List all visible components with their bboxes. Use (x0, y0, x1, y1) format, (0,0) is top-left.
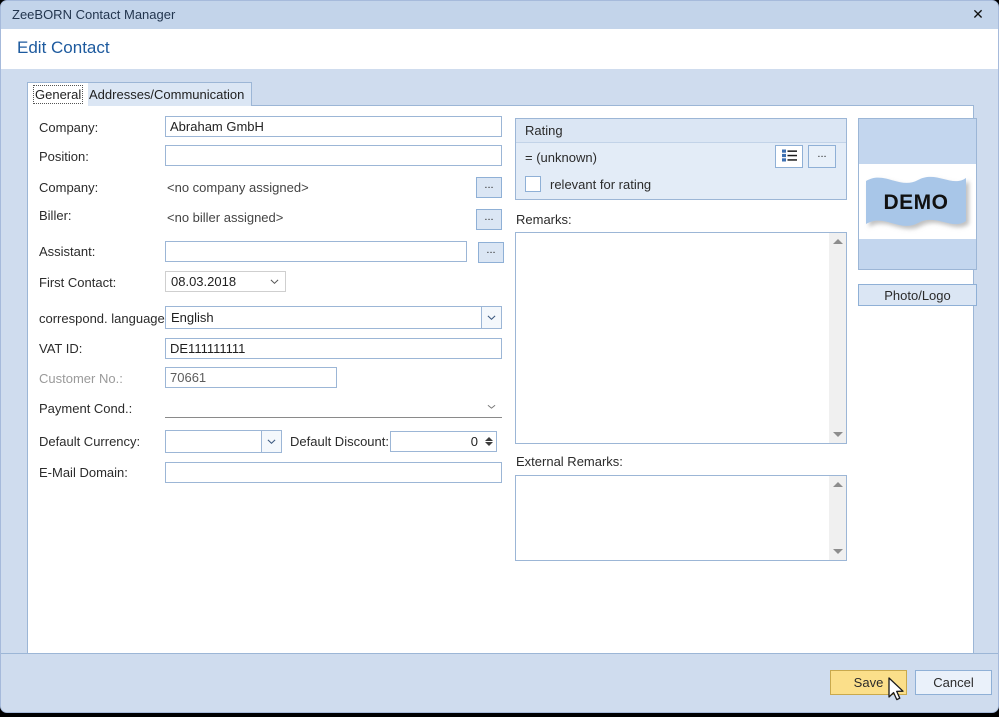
rating-group-title: Rating (516, 119, 846, 143)
label-default-discount: Default Discount: (290, 434, 389, 449)
select-default-currency[interactable] (165, 430, 282, 453)
list-view-icon (781, 148, 798, 166)
rating-relevant-checkbox[interactable] (525, 176, 541, 192)
dialog-window: ZeeBORN Contact Manager ✕ Edit Contact G… (0, 0, 999, 713)
rating-group: Rating = (unknown) ... relevant for rati… (515, 118, 847, 200)
chevron-down-icon (480, 402, 502, 411)
rating-value: = (unknown) (525, 150, 597, 165)
value-biller: <no biller assigned> (167, 210, 283, 225)
stepper-up-icon[interactable] (485, 437, 493, 441)
rating-relevant-checkbox-row[interactable]: relevant for rating (525, 176, 651, 192)
label-position: Position: (39, 149, 89, 164)
input-email-domain[interactable] (165, 462, 502, 483)
chevron-down-icon (263, 277, 285, 286)
page-title: Edit Contact (17, 38, 110, 58)
default-discount-value: 0 (391, 434, 482, 449)
input-customer-no: 70661 (165, 367, 337, 388)
label-vat-id: VAT ID: (39, 341, 82, 356)
input-assistant[interactable] (165, 241, 467, 262)
scroll-down-icon[interactable] (829, 543, 846, 560)
input-position[interactable] (165, 145, 502, 166)
remarks-scrollbar[interactable] (828, 233, 846, 443)
scroll-up-icon[interactable] (829, 476, 846, 493)
photo-logo-preview[interactable]: DEMO (858, 118, 977, 270)
label-default-currency: Default Currency: (39, 434, 140, 449)
label-remarks: Remarks: (516, 212, 572, 227)
company-picker-button[interactable]: ... (476, 177, 502, 198)
input-vat-id[interactable]: DE111111111 (165, 338, 502, 359)
input-company-name[interactable]: Abraham GmbH (165, 116, 502, 137)
cancel-button[interactable]: Cancel (915, 670, 992, 695)
select-payment-condition[interactable] (165, 396, 502, 418)
label-company-link: Company: (39, 180, 98, 195)
rating-relevant-label: relevant for rating (550, 177, 651, 192)
value-company-link: <no company assigned> (167, 180, 309, 195)
tab-general-label: General (35, 87, 81, 102)
input-first-contact-date[interactable]: 08.03.2018 (165, 271, 286, 292)
rating-more-button[interactable]: ... (808, 145, 836, 168)
correspondence-language-value: English (166, 310, 481, 325)
label-customer-no: Customer No.: (39, 371, 123, 386)
label-assistant: Assistant: (39, 244, 95, 259)
scroll-up-icon[interactable] (829, 233, 846, 250)
svg-text:DEMO: DEMO (884, 191, 949, 214)
label-email-domain: E-Mail Domain: (39, 465, 128, 480)
external-remarks-scrollbar[interactable] (828, 476, 846, 560)
tab-addresses-communication[interactable]: Addresses/Communication (81, 82, 252, 106)
label-biller: Biller: (39, 208, 72, 223)
stepper-buttons[interactable] (482, 432, 496, 451)
label-correspondence-language: correspond. language: (39, 311, 168, 326)
label-first-contact: First Contact: (39, 275, 116, 290)
label-external-remarks: External Remarks: (516, 454, 623, 469)
title-bar: ZeeBORN Contact Manager ✕ (1, 1, 999, 29)
stepper-down-icon[interactable] (485, 442, 493, 446)
tab-general[interactable]: General (27, 82, 88, 106)
select-correspondence-language[interactable]: English (165, 306, 502, 329)
scroll-down-icon[interactable] (829, 426, 846, 443)
input-external-remarks[interactable] (515, 475, 847, 561)
rating-list-button[interactable] (775, 145, 803, 168)
label-payment-condition: Payment Cond.: (39, 401, 132, 416)
assistant-picker-button[interactable]: ... (478, 242, 504, 263)
external-remarks-text[interactable] (516, 476, 828, 560)
remarks-text[interactable] (516, 233, 828, 443)
demo-logo-image: DEMO (862, 169, 973, 237)
tab-strip: General Addresses/Communication (1, 69, 999, 106)
input-default-discount[interactable]: 0 (390, 431, 497, 452)
chevron-down-icon (481, 307, 501, 328)
window-title: ZeeBORN Contact Manager (12, 7, 175, 22)
input-remarks[interactable] (515, 232, 847, 444)
first-contact-date-value: 08.03.2018 (166, 274, 263, 289)
biller-picker-button[interactable]: ... (476, 209, 502, 230)
photo-logo-button[interactable]: Photo/Logo (858, 284, 977, 306)
chevron-down-icon (261, 431, 281, 452)
dialog-header: Edit Contact (1, 29, 999, 69)
close-icon[interactable]: ✕ (956, 1, 999, 29)
save-button[interactable]: Save (830, 670, 907, 695)
label-company-name: Company: (39, 120, 98, 135)
tab-addresses-communication-label: Addresses/Communication (89, 87, 244, 102)
